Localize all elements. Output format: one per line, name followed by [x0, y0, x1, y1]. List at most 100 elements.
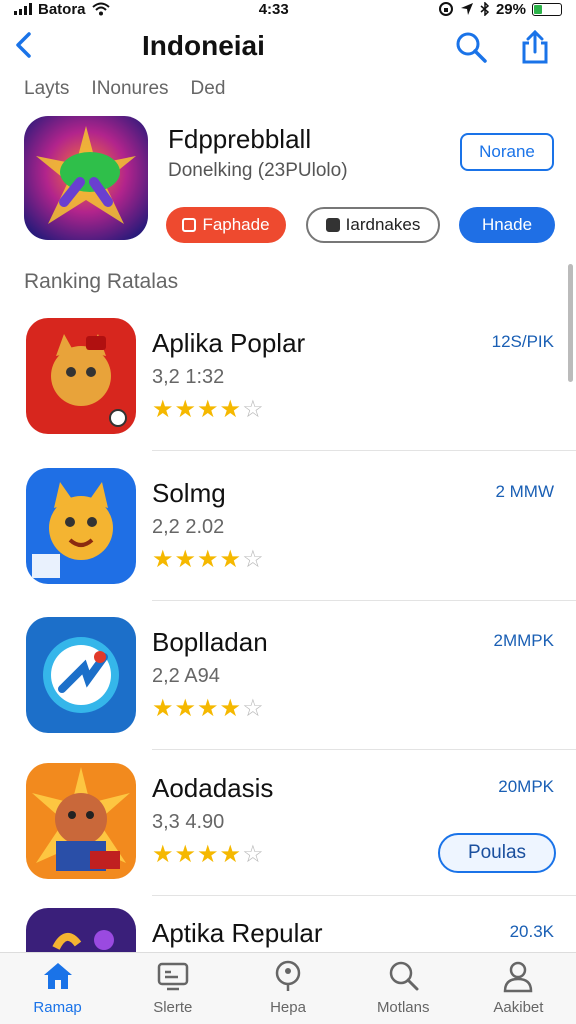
tab-aakibet[interactable]: Aakibet	[461, 953, 576, 1024]
segment-tabs: Layts INonures Ded	[24, 78, 225, 100]
chevron-left-icon	[16, 32, 31, 58]
clock: 4:33	[258, 0, 289, 18]
list-item[interactable]: Aplika Poplar 3,2 1:32 ★ ★ ★ ★ ☆ 12S/PIK	[0, 318, 576, 466]
tab-inonures[interactable]: INonures	[91, 78, 168, 100]
pin-icon	[275, 960, 301, 991]
iardnakes-button[interactable]: Iardnakes	[306, 207, 440, 243]
star-icon: ★	[152, 695, 174, 722]
divider	[152, 450, 576, 451]
star-icon: ★	[152, 841, 174, 868]
download-count: 2MMPK	[493, 631, 554, 650]
tab-ded[interactable]: Ded	[191, 78, 226, 100]
app-icon	[26, 763, 136, 879]
tab-label: Slerte	[153, 999, 193, 1016]
list-item[interactable]: Boplladan 2,2 A94 ★ ★ ★ ★ ☆ 2MMPK	[0, 617, 576, 765]
tab-slerte[interactable]: Slerte	[115, 953, 230, 1024]
list-item[interactable]: Aodadasis 3,3 4.90 ★ ★ ★ ★ ☆ 20MPK Poulas	[0, 763, 576, 911]
tab-hepa[interactable]: Hepa	[230, 953, 345, 1024]
signal-icon	[14, 3, 32, 15]
screen-icon	[157, 962, 189, 991]
app-meta: 2,2 2.02	[152, 516, 225, 538]
tab-ramap[interactable]: Ramap	[0, 953, 115, 1024]
star-outline-icon: ☆	[242, 396, 264, 423]
download-count: 20.3K	[509, 922, 554, 941]
tab-label: Aakibet	[493, 999, 544, 1016]
app-name: Boplladan	[152, 627, 268, 657]
wifi-icon	[91, 2, 110, 16]
featured-app-icon[interactable]	[24, 116, 148, 240]
list-item[interactable]: Solmg 2,2 2.02 ★ ★ ★ ★ ☆ 2 MMW	[0, 468, 576, 616]
hnade-button[interactable]: Hnade	[459, 207, 555, 243]
star-icon: ★	[219, 841, 242, 868]
app-meta: 2,2 A94	[152, 665, 220, 687]
person-icon	[504, 961, 533, 993]
star-icon: ★	[174, 841, 197, 868]
tab-label: Motlans	[376, 999, 430, 1016]
divider	[152, 600, 576, 601]
star-icon: ★	[219, 546, 242, 573]
bluetooth-icon	[480, 2, 490, 16]
star-outline-icon: ☆	[242, 695, 264, 722]
faphade-button[interactable]: Faphade	[166, 207, 286, 243]
star-icon: ★	[219, 695, 242, 722]
back-button[interactable]	[12, 30, 34, 60]
status-left: Batora	[14, 1, 110, 18]
battery-label: 29%	[495, 0, 526, 18]
tab-motlans[interactable]: Motlans	[346, 953, 461, 1024]
section-title: Ranking Ratalas	[24, 270, 179, 293]
faphade-label: Faphade	[202, 215, 270, 234]
featured-app-title: Fdpprebblall	[168, 124, 312, 154]
star-icon: ★	[174, 546, 197, 573]
tab-label: Hepa	[270, 999, 306, 1016]
tab-label: Ramap	[33, 999, 82, 1016]
star-icon: ★	[197, 396, 219, 423]
download-count: 2 MMW	[495, 482, 554, 501]
bottom-tab-bar: Ramap Slerte Hepa Motlans Aakibet	[0, 952, 576, 1024]
divider	[152, 895, 576, 896]
star-rating: ★ ★ ★ ★ ☆	[152, 548, 264, 572]
star-rating: ★ ★ ★ ★ ☆	[152, 843, 264, 867]
app-meta: 3,2 1:32	[152, 366, 225, 388]
star-icon: ★	[197, 695, 219, 722]
star-icon: ★	[219, 396, 242, 423]
star-icon: ★	[152, 546, 174, 573]
featured-top-button[interactable]: Norane	[460, 133, 554, 171]
lock-rotation-icon	[438, 2, 453, 16]
app-name: Aodadasis	[152, 773, 274, 803]
page-title: Indoneiai	[142, 30, 265, 61]
star-icon: ★	[197, 841, 219, 868]
app-glyph-icon	[182, 218, 197, 232]
featured-app-subtitle: Donelking (23PUlolo)	[168, 160, 348, 181]
poulas-button[interactable]: Poulas	[438, 833, 556, 873]
star-rating: ★ ★ ★ ★ ☆	[152, 697, 264, 721]
app-icon	[26, 468, 136, 584]
home-icon	[43, 963, 72, 989]
app-name: Solmg	[152, 478, 226, 508]
download-count: 12S/PIK	[491, 332, 554, 351]
share-icon[interactable]	[518, 30, 552, 64]
status-right: 29%	[438, 1, 562, 18]
battery-icon	[531, 2, 562, 16]
download-count: 20MPK	[498, 777, 554, 796]
iardnakes-label: Iardnakes	[345, 215, 421, 234]
star-outline-icon: ☆	[242, 841, 264, 868]
status-bar: Batora 4:33 29%	[0, 0, 576, 18]
search-icon[interactable]	[454, 30, 488, 64]
app-glyph-icon	[325, 218, 340, 232]
star-icon: ★	[152, 396, 174, 423]
navigation-bar: Indoneiai	[0, 24, 576, 70]
carrier-label: Batora	[38, 0, 86, 18]
star-icon: ★	[174, 695, 197, 722]
app-icon	[26, 318, 136, 434]
star-rating: ★ ★ ★ ★ ☆	[152, 398, 264, 422]
app-name: Aplika Poplar	[152, 328, 306, 358]
star-outline-icon: ☆	[242, 546, 264, 573]
app-icon	[26, 617, 136, 733]
star-icon: ★	[197, 546, 219, 573]
app-name: Aptika Repular	[152, 918, 323, 948]
tab-layts[interactable]: Layts	[24, 78, 69, 100]
divider	[152, 749, 576, 750]
star-icon: ★	[174, 396, 197, 423]
location-icon	[460, 3, 473, 15]
app-meta: 3,3 4.90	[152, 811, 225, 833]
